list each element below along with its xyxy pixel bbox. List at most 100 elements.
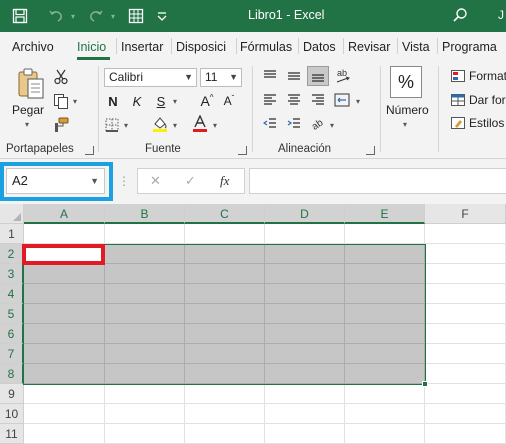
fill-handle[interactable] bbox=[422, 381, 428, 387]
tab-programador[interactable]: Programa bbox=[442, 40, 497, 54]
cell-c10[interactable] bbox=[185, 404, 265, 424]
tab-formulas[interactable]: Fórmulas bbox=[240, 40, 292, 54]
decrease-indent-icon[interactable] bbox=[261, 116, 279, 132]
cell-a4[interactable] bbox=[24, 284, 105, 304]
cancel-entry-icon[interactable]: ✕ bbox=[150, 173, 161, 189]
align-middle-icon[interactable] bbox=[285, 68, 303, 84]
tab-vista[interactable]: Vista bbox=[402, 40, 430, 54]
number-format-icon[interactable]: % bbox=[390, 66, 422, 98]
cell-c5[interactable] bbox=[185, 304, 265, 324]
bold-button[interactable]: N bbox=[105, 92, 121, 110]
column-header-f[interactable]: F bbox=[425, 204, 506, 224]
cell-f11[interactable] bbox=[425, 424, 506, 444]
cell-f2[interactable] bbox=[425, 244, 506, 264]
column-header-d[interactable]: D bbox=[265, 204, 345, 224]
cell-b4[interactable] bbox=[105, 284, 185, 304]
cell-a3[interactable] bbox=[24, 264, 105, 284]
cell-c11[interactable] bbox=[185, 424, 265, 444]
column-header-c[interactable]: C bbox=[185, 204, 265, 224]
cell-d5[interactable] bbox=[265, 304, 345, 324]
align-top-icon[interactable] bbox=[261, 68, 279, 84]
cell-c2[interactable] bbox=[185, 244, 265, 264]
cut-icon[interactable] bbox=[52, 68, 70, 86]
format-painter-icon[interactable] bbox=[52, 116, 70, 134]
wrap-text-dropdown-icon[interactable]: ▾ bbox=[356, 97, 360, 106]
cell-c8[interactable] bbox=[185, 364, 265, 384]
cell-a8[interactable] bbox=[24, 364, 105, 384]
cell-styles-icon[interactable] bbox=[450, 116, 466, 130]
row-header-11[interactable]: 11 bbox=[0, 424, 24, 444]
formula-bar-resize-handle[interactable]: ⋮ bbox=[118, 174, 130, 188]
insert-function-icon[interactable]: fx bbox=[220, 173, 229, 189]
font-name-select[interactable]: Calibri ▼ bbox=[104, 68, 197, 87]
cell-b2[interactable] bbox=[105, 244, 185, 264]
cell-a5[interactable] bbox=[24, 304, 105, 324]
cell-b10[interactable] bbox=[105, 404, 185, 424]
cell-f3[interactable] bbox=[425, 264, 506, 284]
cell-d3[interactable] bbox=[265, 264, 345, 284]
cell-e2[interactable] bbox=[345, 244, 425, 264]
customize-quick-access-icon[interactable] bbox=[154, 6, 170, 26]
increase-indent-icon[interactable] bbox=[285, 116, 303, 132]
cell-e3[interactable] bbox=[345, 264, 425, 284]
cell-f8[interactable] bbox=[425, 364, 506, 384]
cell-f1[interactable] bbox=[425, 224, 506, 244]
align-bottom-icon[interactable] bbox=[307, 66, 329, 86]
cell-b3[interactable] bbox=[105, 264, 185, 284]
italic-button[interactable]: K bbox=[129, 92, 145, 110]
user-account[interactable]: J bbox=[498, 8, 504, 22]
column-header-b[interactable]: B bbox=[105, 204, 185, 224]
cell-a11[interactable] bbox=[24, 424, 105, 444]
cell-styles-label[interactable]: Estilos d bbox=[469, 116, 506, 130]
grow-font-button[interactable]: A ^ bbox=[198, 92, 216, 110]
row-header-3[interactable]: 3 bbox=[0, 264, 24, 284]
cell-d10[interactable] bbox=[265, 404, 345, 424]
cell-e9[interactable] bbox=[345, 384, 425, 404]
redo-dropdown-icon[interactable]: ▾ bbox=[108, 6, 118, 26]
undo-icon[interactable] bbox=[46, 6, 66, 26]
cell-e11[interactable] bbox=[345, 424, 425, 444]
cell-f6[interactable] bbox=[425, 324, 506, 344]
confirm-entry-icon[interactable]: ✓ bbox=[185, 173, 196, 189]
paste-label[interactable]: Pegar bbox=[12, 103, 44, 117]
column-header-e[interactable]: E bbox=[345, 204, 425, 224]
tab-archivo[interactable]: Archivo bbox=[12, 40, 54, 54]
wrap-text-icon[interactable] bbox=[333, 92, 351, 108]
paste-dropdown-icon[interactable]: ▾ bbox=[25, 120, 29, 129]
row-header-10[interactable]: 10 bbox=[0, 404, 24, 424]
formula-input[interactable] bbox=[249, 168, 506, 194]
cell-c3[interactable] bbox=[185, 264, 265, 284]
row-header-1[interactable]: 1 bbox=[0, 224, 24, 244]
cell-c6[interactable] bbox=[185, 324, 265, 344]
cell-b6[interactable] bbox=[105, 324, 185, 344]
search-icon[interactable] bbox=[452, 7, 468, 26]
orientation-angle-icon[interactable]: ab bbox=[309, 114, 327, 132]
alignment-launcher-icon[interactable] bbox=[366, 146, 375, 155]
cell-e5[interactable] bbox=[345, 304, 425, 324]
cell-d9[interactable] bbox=[265, 384, 345, 404]
cell-f9[interactable] bbox=[425, 384, 506, 404]
orientation-dropdown-icon[interactable]: ▾ bbox=[330, 121, 334, 130]
cell-d7[interactable] bbox=[265, 344, 345, 364]
font-color-icon[interactable] bbox=[190, 114, 210, 134]
cell-a6[interactable] bbox=[24, 324, 105, 344]
tab-revisar[interactable]: Revisar bbox=[348, 40, 390, 54]
cell-d1[interactable] bbox=[265, 224, 345, 244]
underline-button[interactable]: S bbox=[153, 92, 169, 110]
font-launcher-icon[interactable] bbox=[238, 146, 247, 155]
cell-b11[interactable] bbox=[105, 424, 185, 444]
tab-inicio[interactable]: Inicio bbox=[77, 40, 106, 54]
undo-dropdown-icon[interactable]: ▾ bbox=[68, 6, 78, 26]
cell-f5[interactable] bbox=[425, 304, 506, 324]
tab-datos[interactable]: Datos bbox=[303, 40, 336, 54]
cell-d8[interactable] bbox=[265, 364, 345, 384]
row-header-8[interactable]: 8 bbox=[0, 364, 24, 384]
shrink-font-button[interactable]: Aˇ bbox=[220, 92, 238, 110]
redo-icon[interactable] bbox=[86, 6, 106, 26]
cell-e1[interactable] bbox=[345, 224, 425, 244]
copy-icon[interactable] bbox=[52, 92, 70, 110]
cell-a9[interactable] bbox=[24, 384, 105, 404]
cell-b9[interactable] bbox=[105, 384, 185, 404]
align-left-icon[interactable] bbox=[261, 92, 279, 108]
cell-f4[interactable] bbox=[425, 284, 506, 304]
